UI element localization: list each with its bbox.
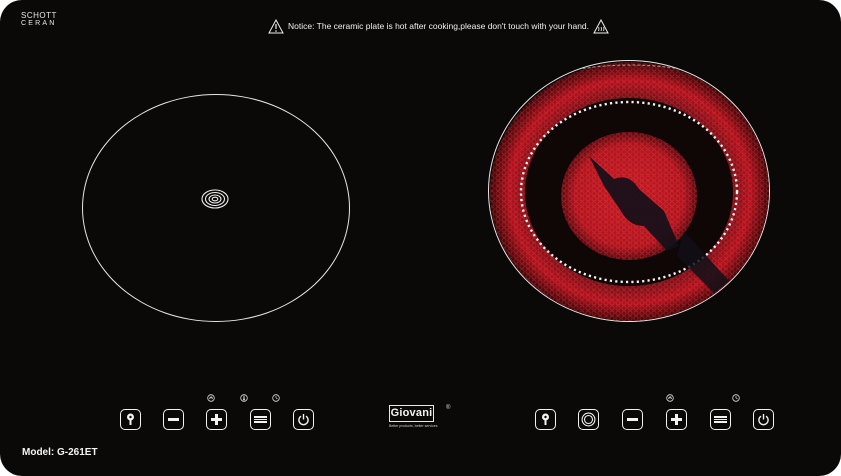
power-level-indicator-icon	[207, 394, 215, 402]
left-minus-button[interactable]	[163, 409, 184, 430]
right-cooking-zone-heated[interactable]	[488, 60, 770, 322]
logo-wordmark: Giovani	[389, 405, 434, 422]
key-lock-icon	[127, 413, 134, 425]
minus-icon	[627, 418, 638, 421]
power-icon	[298, 414, 309, 426]
timer-bars-icon	[254, 416, 267, 423]
hot-surface-warning-icon	[593, 18, 609, 33]
warning-triangle-icon	[268, 18, 284, 33]
cooktop-panel: SCHOTT CERAN Notice: The ceramic plate i…	[0, 0, 841, 476]
brand-line-2: CERAN	[21, 20, 57, 27]
plus-icon	[671, 414, 682, 425]
timer-bars-icon	[714, 416, 727, 423]
right-timer-button[interactable]	[710, 409, 731, 430]
notice-text: Notice: The ceramic plate is hot after c…	[288, 21, 590, 31]
key-lock-icon	[542, 413, 549, 425]
power-icon	[758, 414, 769, 426]
right-dual-zone-button[interactable]	[578, 409, 599, 430]
left-power-button[interactable]	[293, 409, 314, 430]
brand-line-1: SCHOTT	[21, 11, 57, 20]
right-lock-button[interactable]	[535, 409, 556, 430]
right-plus-button[interactable]	[666, 409, 687, 430]
power-level-indicator-icon	[666, 394, 674, 402]
left-plus-button[interactable]	[206, 409, 227, 430]
right-minus-button[interactable]	[622, 409, 643, 430]
logo-tagline: Better products, better services	[389, 424, 438, 428]
timer-indicator-icon	[272, 394, 280, 402]
timer-indicator-icon	[732, 394, 740, 402]
temperature-indicator-icon	[240, 394, 248, 402]
hot-surface-notice: Notice: The ceramic plate is hot after c…	[268, 18, 609, 34]
giovani-logo: Giovani ® Better products, better servic…	[389, 405, 450, 431]
left-lock-button[interactable]	[120, 409, 141, 430]
schott-ceran-brand: SCHOTT CERAN	[21, 12, 57, 28]
model-label: Model: G-261ET	[22, 447, 98, 458]
induction-coil-icon	[201, 189, 229, 209]
minus-icon	[168, 418, 179, 421]
dual-ring-icon	[581, 412, 596, 427]
plus-icon	[211, 414, 222, 425]
logo-registered-mark: ®	[446, 405, 451, 411]
right-power-button[interactable]	[753, 409, 774, 430]
left-timer-button[interactable]	[250, 409, 271, 430]
